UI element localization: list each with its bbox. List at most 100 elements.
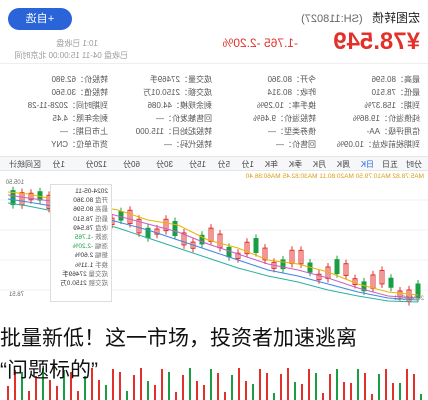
stat-cell: 转股溢价：9.46% <box>253 114 316 123</box>
tab-13[interactable]: 1分 <box>53 159 65 170</box>
tooltip-value: 78.510 <box>73 215 94 223</box>
tooltip-label: 最低 <box>93 215 108 223</box>
tooltip-value: 78.549 <box>73 224 94 232</box>
candle-body <box>388 277 394 288</box>
tab-2[interactable]: 日K <box>361 159 374 170</box>
stat-cell: 最低：78.510 <box>371 88 420 97</box>
candle-body <box>253 237 259 253</box>
stat-cell: 纯债溢价：19.86% <box>352 114 420 123</box>
volume-bar <box>273 392 275 400</box>
candle-body <box>334 259 340 275</box>
stat-cell: 转股起始日：115.000 <box>135 127 212 136</box>
stat-cell: 今开：80.360 <box>267 75 316 84</box>
stock-name: 宏图转债 <box>371 11 420 25</box>
tooltip-row: 收盘 78.549 <box>54 224 108 233</box>
tooltip-label: 开盘 <box>93 197 108 205</box>
volume-bar <box>77 390 79 400</box>
stats-grid: 最高：80.596 今开：80.360 成交量：27469手 转股价：62.980 最低… <box>0 74 428 154</box>
volume-bar <box>252 384 254 400</box>
tab-12[interactable]: 120分 <box>86 159 107 170</box>
volume-bar <box>7 386 9 400</box>
tooltip-value: 80.360 <box>73 197 94 205</box>
tab-7[interactable]: 1分 <box>242 159 254 170</box>
tooltip-row: 成交额 2150.0万 <box>54 279 108 288</box>
tab-4[interactable]: 月K <box>313 159 326 170</box>
volume-bar <box>371 393 373 400</box>
tooltip-value: -2.20% <box>72 243 94 251</box>
candle-body <box>172 221 178 237</box>
stat-cell: 货币单位：CNY <box>51 140 108 149</box>
volume-bar <box>203 384 205 400</box>
tab-14[interactable]: 区间统计 <box>9 159 41 170</box>
tab-5[interactable]: 季K <box>289 159 302 170</box>
volume-bar <box>420 394 422 400</box>
ma-legend-text: MA5:78.82 MA10:79.50 MA20:80.11 MA30:82.… <box>245 173 424 180</box>
tab-6[interactable]: 年K <box>265 159 278 170</box>
volume-bar <box>322 393 324 400</box>
tab-9[interactable]: 15分 <box>189 159 206 170</box>
tooltip-value: 2150.0万 <box>60 280 87 288</box>
tab-11[interactable]: 60分 <box>123 159 140 170</box>
tab-0[interactable]: 分时 <box>406 159 422 170</box>
trade-status: 10:1 已收盘 <box>56 39 98 48</box>
volume-bar <box>224 392 226 400</box>
stock-header: 宏图转债 (SH:118027) ¥78.549 -1.765 -2.20% +… <box>0 0 428 64</box>
candle-tooltip: 2024-05-11 开盘 80.360 最高 80.596 最低 78.510 收盘… <box>50 184 112 302</box>
volume-bar <box>28 390 30 400</box>
volume-bar <box>56 385 58 400</box>
volume-bar <box>105 385 107 400</box>
tooltip-value: 1.11% <box>75 261 94 269</box>
volume-bar <box>126 391 128 400</box>
stat-cell: 最高：80.596 <box>371 75 420 84</box>
stat-cell: 到期：158.37% <box>364 101 420 110</box>
price-change: -1.765 -2.20% <box>222 36 298 50</box>
headline-caption: 批量新低！这一市场，投资者加速逃离 <box>0 322 428 356</box>
stat-cell: 上市日期：— <box>60 127 108 136</box>
stock-code: (SH:118027) <box>301 13 363 25</box>
tooltip-value: -1.765 <box>74 234 94 242</box>
date-axis-label: 2024-05-11 <box>393 296 424 302</box>
stock-title: 宏图转债 (SH:118027) <box>301 9 420 26</box>
stat-cell: 剩余年限：4.45 <box>52 114 108 123</box>
candle-body <box>226 246 232 258</box>
candle-body <box>118 211 124 221</box>
stat-cell: 转股价：62.980 <box>51 75 108 84</box>
tooltip-row: 涨跌 -1.765 <box>54 233 108 242</box>
tooltip-row: 振幅 2.60% <box>54 251 108 260</box>
tooltip-label: 振幅 <box>93 252 108 260</box>
volume-bar <box>154 384 156 400</box>
tooltip-row: 最低 78.510 <box>54 215 108 224</box>
stat-cell: 债券类型：— <box>268 127 316 136</box>
stat-cell: 到期税前收益：10.09% <box>336 140 420 149</box>
tooltip-label: 收盘 <box>93 224 108 232</box>
tooltip-row: 开盘 80.360 <box>54 196 108 205</box>
tooltip-label: 换手 <box>93 261 108 269</box>
ma-legend: MA5:78.82 MA10:79.50 MA20:80.11 MA30:82.… <box>246 173 424 180</box>
tooltip-label: 涨跌 <box>93 234 108 242</box>
headline-caption-second-line: “问题标的” <box>0 359 98 382</box>
stat-cell: 剩余规模：44.086 <box>147 101 212 110</box>
tooltip-label: 涨幅 <box>93 243 108 251</box>
stat-cell: 昨收：80.314 <box>267 88 316 97</box>
stat-cell: 成交量：27469手 <box>149 75 212 84</box>
tooltip-label: 成交量 <box>86 270 109 278</box>
stat-cell: 成交额：2150.01万 <box>143 88 212 97</box>
volume-bar <box>301 383 303 400</box>
tab-8[interactable]: 5分 <box>218 159 230 170</box>
stat-cell: 转股值：30.560 <box>51 88 108 97</box>
tab-3[interactable]: 周K <box>337 159 350 170</box>
tab-1[interactable]: 五日 <box>382 159 398 170</box>
trade-time: 已收盘 04-11 15:00:00 北京时间 <box>14 51 128 60</box>
tooltip-value: 2.60% <box>74 252 94 260</box>
period-tabs: 分时五日日K周K月K季K年K1分5分15分30分60分120分1分区间统计全屏 <box>0 156 428 171</box>
screenshot-root: 宏图转债 (SH:118027) ¥78.549 -1.765 -2.20% +… <box>0 0 428 400</box>
add-watchlist-button[interactable]: +自选 <box>8 8 72 30</box>
current-price: ¥78.549 <box>333 28 420 55</box>
axis-high-label: 105.50 <box>5 180 24 186</box>
stat-cell: 转股代码：— <box>164 140 212 149</box>
tooltip-label: 最高 <box>93 206 108 214</box>
volume-bar <box>175 391 177 400</box>
tab-10[interactable]: 30分 <box>156 159 173 170</box>
stat-cell: 换手率：10.29% <box>256 101 316 110</box>
tooltip-row: 最高 80.596 <box>54 205 108 214</box>
